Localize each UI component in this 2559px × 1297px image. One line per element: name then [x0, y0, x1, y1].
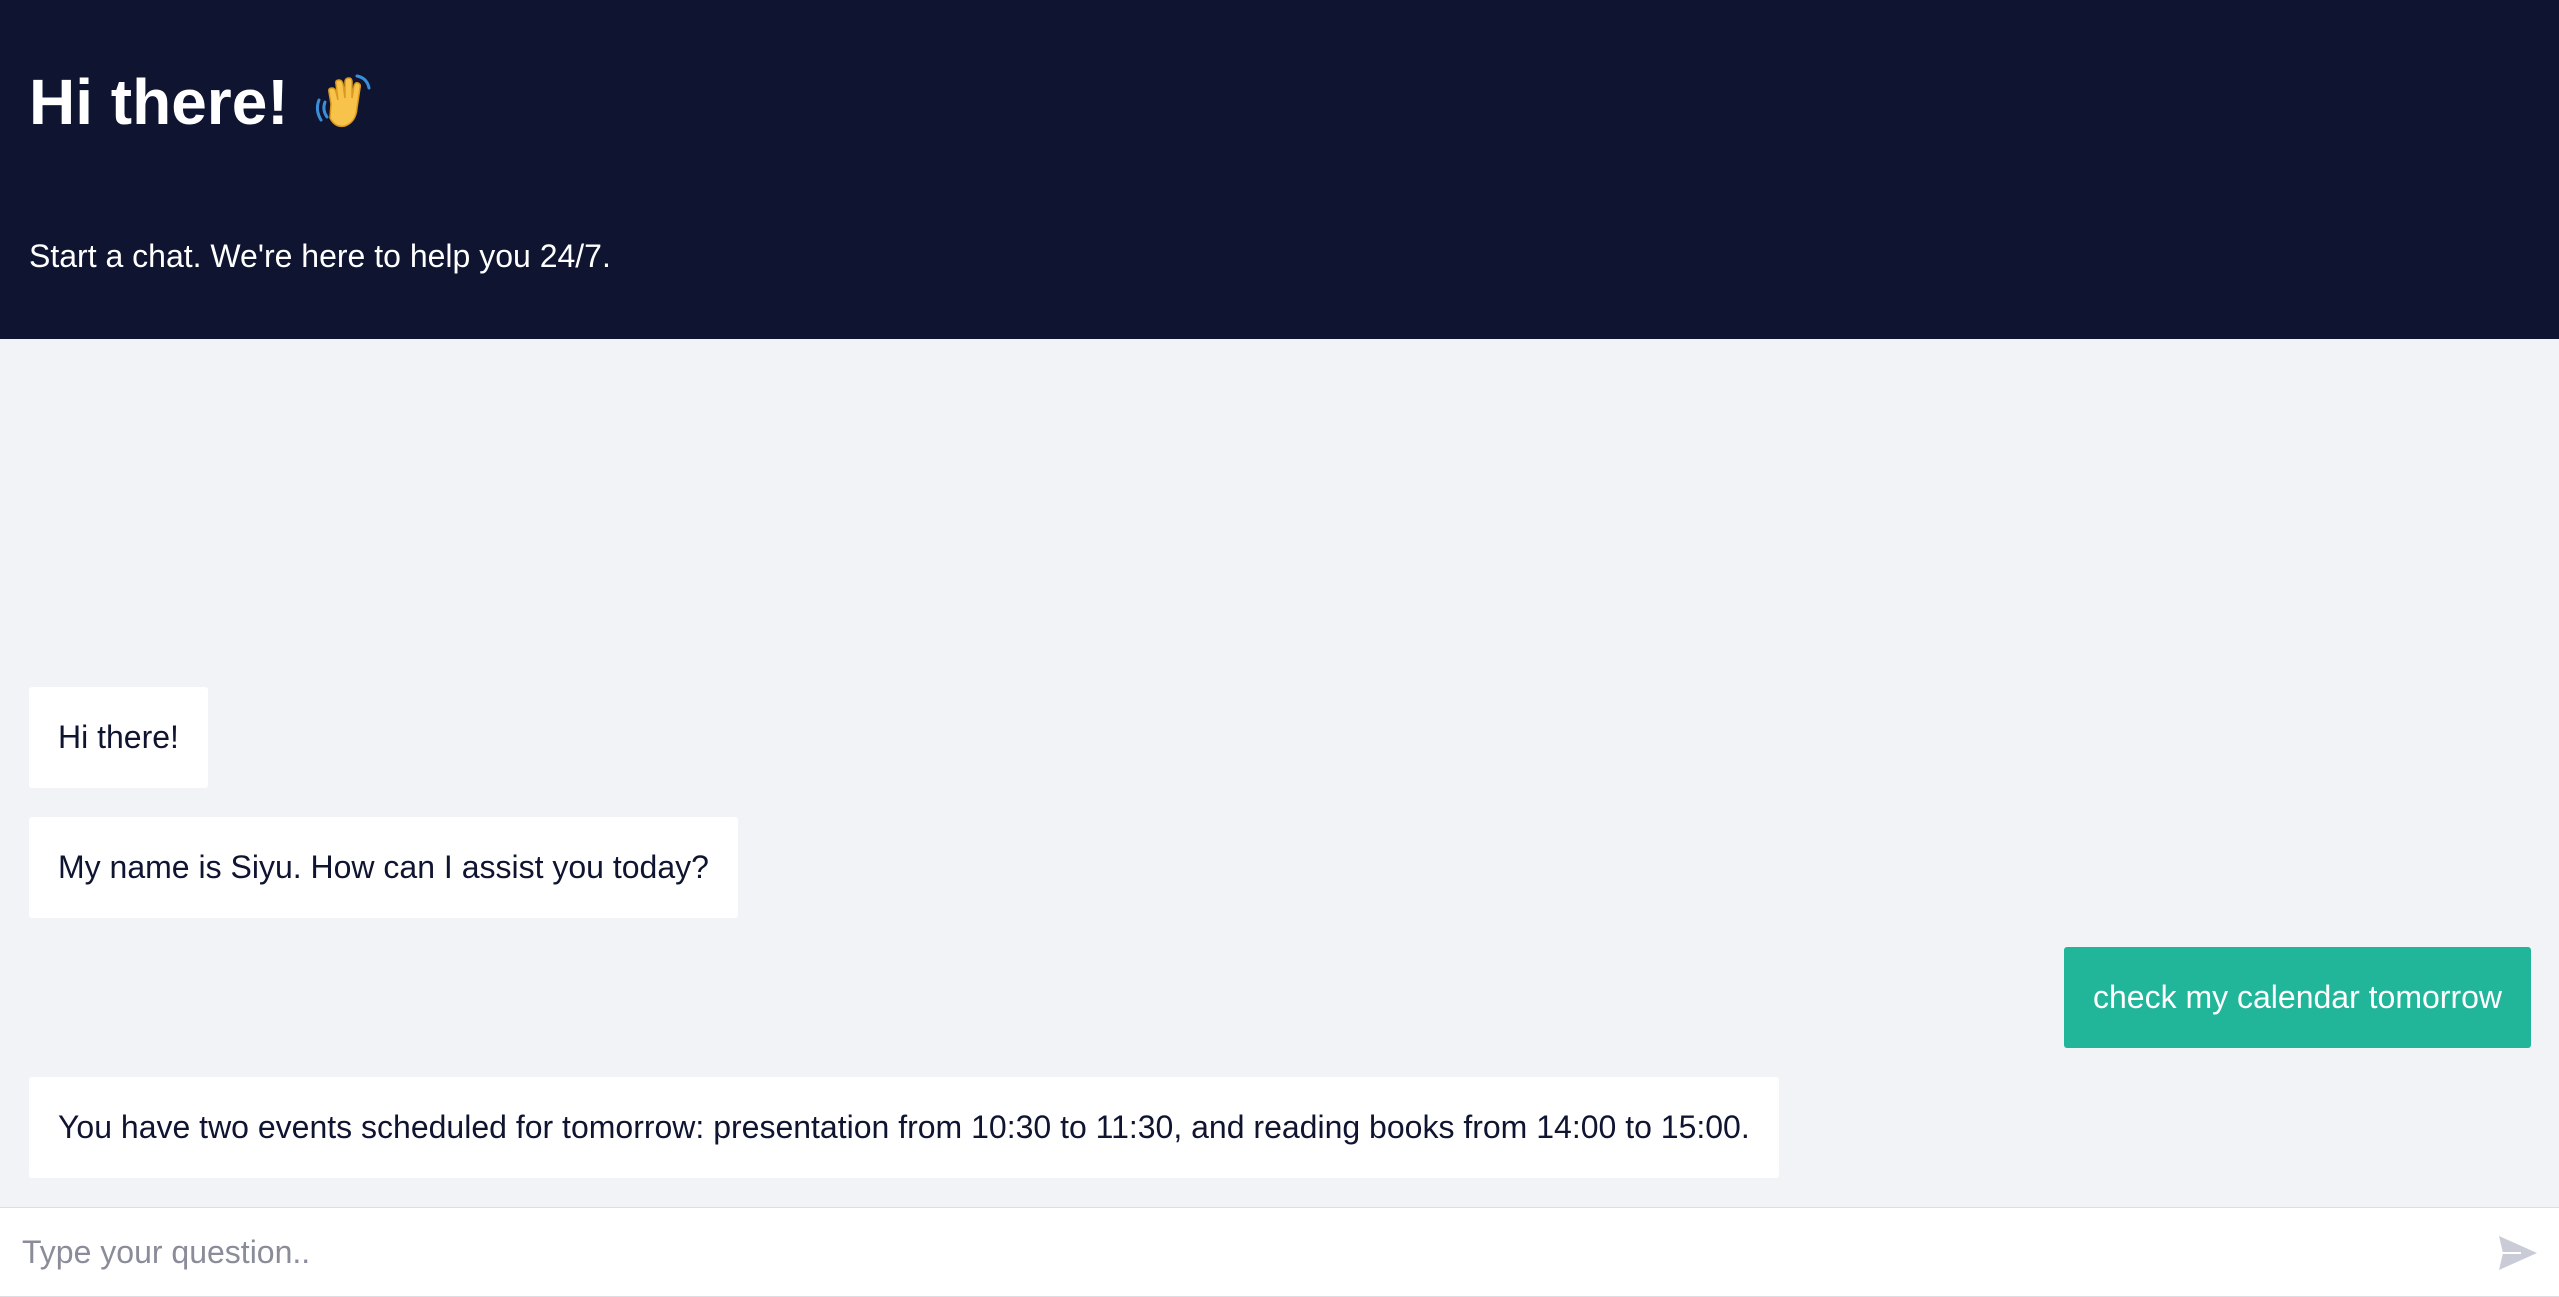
message-list: Hi there! My name is Siyu. How can I ass… — [0, 339, 2559, 1207]
question-input[interactable] — [22, 1208, 2462, 1296]
message-text: My name is Siyu. How can I assist you to… — [58, 849, 709, 885]
bot-message: Hi there! — [29, 687, 208, 788]
message-text: You have two events scheduled for tomorr… — [58, 1109, 1750, 1145]
send-button[interactable] — [2495, 1230, 2541, 1276]
chat-widget: Hi there! Start a chat. We're here to he… — [0, 0, 2559, 1297]
header-subtitle: Start a chat. We're here to help you 24/… — [29, 238, 611, 274]
send-icon — [2499, 1236, 2537, 1270]
bot-message: You have two events scheduled for tomorr… — [29, 1077, 1779, 1178]
bot-message: My name is Siyu. How can I assist you to… — [29, 817, 738, 918]
message-text: Hi there! — [58, 719, 179, 755]
waving-hand-icon — [315, 74, 371, 128]
header-title: Hi there! — [29, 64, 375, 140]
user-message: check my calendar tomorrow — [2063, 947, 2531, 1048]
header-title-text: Hi there! — [29, 66, 289, 138]
message-text: check my calendar tomorrow — [2092, 979, 2502, 1015]
chat-header: Hi there! Start a chat. We're here to he… — [0, 0, 2559, 339]
message-composer — [0, 1207, 2559, 1297]
